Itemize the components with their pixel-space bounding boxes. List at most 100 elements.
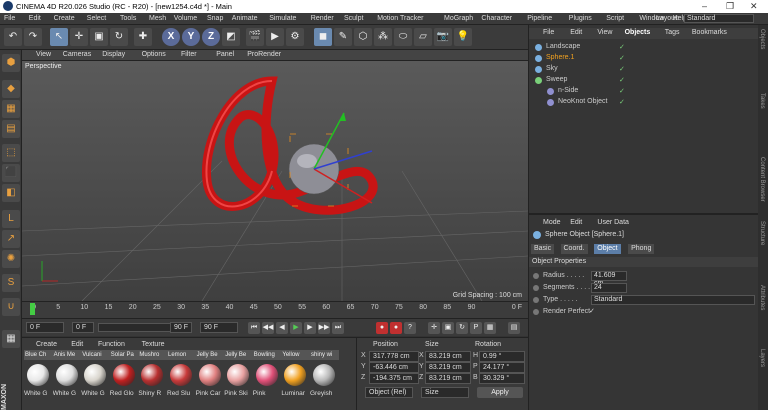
visibility-check-icon[interactable]: ✓ (619, 65, 625, 73)
grid-icon[interactable]: ▦ (2, 330, 20, 348)
rotation-field[interactable]: 24.177 ° (479, 362, 525, 373)
right-tab-attributes[interactable]: Attributes (759, 285, 765, 310)
visibility-check-icon[interactable]: ✓ (619, 87, 625, 95)
render-view-icon[interactable]: 🎬 (246, 28, 264, 46)
menu-animate[interactable]: Animate (232, 15, 258, 22)
position-key-icon[interactable]: ✛ (428, 322, 440, 334)
model-mode-icon[interactable]: ◆ (2, 80, 20, 98)
right-tab-layers[interactable]: Layers (759, 349, 765, 367)
maximize-icon[interactable]: ❐ (726, 1, 734, 12)
cube-primitive-icon[interactable]: ◼ (314, 28, 332, 46)
position-field[interactable]: -63.446 cm (369, 362, 419, 373)
property-field[interactable]: 24 (591, 283, 627, 293)
material-swatch[interactable]: Lemon Red Slu (167, 350, 196, 404)
keyframe-selection-icon[interactable]: ? (404, 322, 416, 334)
attribute-tab-object[interactable]: Object (594, 244, 621, 254)
scale-tool-icon[interactable]: ▣ (90, 28, 108, 46)
menu-select[interactable]: Select (87, 15, 106, 22)
viewport-menu-cameras[interactable]: Cameras (63, 51, 91, 58)
tweak-mode-icon[interactable]: ↗ (2, 230, 20, 248)
menu-create[interactable]: Create (54, 15, 75, 22)
next-frame-icon[interactable]: ▶ (304, 322, 316, 334)
move-tool-icon[interactable]: ↖ (50, 28, 68, 46)
pla-key-icon[interactable]: ▦ (484, 322, 496, 334)
snap-icon[interactable]: ✺ (2, 250, 20, 268)
scale-key-icon[interactable]: ▣ (442, 322, 454, 334)
menu-simulate[interactable]: Simulate (269, 15, 296, 22)
viewport-menu-filter[interactable]: Filter (181, 51, 197, 58)
max-frame-field[interactable]: 90 F (200, 322, 238, 333)
material-swatch[interactable]: Blue Ch White G (24, 350, 53, 404)
menu-snap[interactable]: Snap (207, 15, 223, 22)
material-swatch[interactable]: Yellow Luminar (281, 350, 311, 404)
rotation-field[interactable]: 0.99 ° (479, 351, 525, 362)
menu-volume[interactable]: Volume (174, 15, 197, 22)
size-field[interactable]: 83.219 cm (425, 351, 471, 362)
workplane-icon[interactable]: ▤ (2, 120, 20, 138)
light-icon[interactable]: 💡 (454, 28, 472, 46)
menu-motion-tracker[interactable]: Motion Tracker (377, 15, 423, 22)
size-mode-select[interactable]: Size (421, 387, 469, 398)
material-swatch[interactable]: Jelly Be Pink Car (195, 350, 225, 404)
material-menu-texture[interactable]: Texture (142, 341, 165, 348)
prev-frame-icon[interactable]: ◀ (276, 322, 288, 334)
goto-start-icon[interactable]: ⏮ (248, 322, 260, 334)
material-menu-function[interactable]: Function (98, 341, 125, 348)
play-icon[interactable]: ▶ (290, 322, 302, 334)
object-row[interactable]: Sphere.1 ✓ (529, 53, 759, 64)
texture-mode-icon[interactable]: ▦ (2, 100, 20, 118)
object-tab-view[interactable]: View (597, 29, 612, 36)
points-mode-icon[interactable]: ⬚ (2, 144, 20, 162)
make-editable-icon[interactable]: ⬢ (2, 54, 20, 72)
start-frame-field[interactable]: 0 F (72, 322, 94, 333)
material-swatch[interactable]: Jelly Be Pink Ski (224, 350, 254, 404)
end-frame-field[interactable]: 90 F (170, 322, 192, 333)
menu-render[interactable]: Render (311, 15, 334, 22)
array-icon[interactable]: ⁂ (374, 28, 392, 46)
rotation-key-icon[interactable]: ↻ (456, 322, 468, 334)
visibility-check-icon[interactable]: ✓ (619, 98, 625, 106)
close-icon[interactable]: ✕ (750, 1, 758, 12)
pen-spline-icon[interactable]: ✎ (334, 28, 352, 46)
material-swatch[interactable]: Anis Me White G (52, 350, 82, 404)
timeline-ruler[interactable]: 0510152025303540455055606570758085900 F (22, 301, 528, 318)
polygons-mode-icon[interactable]: ◧ (2, 184, 20, 202)
subdivision-icon[interactable]: ⬡ (354, 28, 372, 46)
minimize-icon[interactable]: – (702, 1, 707, 11)
object-row[interactable]: Sweep ✓ (529, 75, 759, 86)
goto-end-icon[interactable]: ⏭ (332, 322, 344, 334)
material-menu-edit[interactable]: Edit (71, 341, 83, 348)
coordinate-system-icon[interactable]: ◩ (222, 28, 240, 46)
menu-script[interactable]: Script (606, 15, 624, 22)
rotation-field[interactable]: 30.329 ° (479, 373, 525, 384)
axis-mode-icon[interactable]: L (2, 210, 20, 228)
move-axis-icon[interactable]: ✛ (70, 28, 88, 46)
timeline-playhead[interactable] (30, 303, 35, 315)
prev-key-icon[interactable]: ◀◀ (262, 322, 274, 334)
menu-character[interactable]: Character (481, 15, 512, 22)
attribute-menu-mode[interactable]: Mode (543, 219, 561, 226)
y-axis-lock-icon[interactable]: Y (182, 28, 200, 46)
object-tab-objects[interactable]: Objects (625, 29, 651, 36)
viewport-menu-prorender[interactable]: ProRender (247, 51, 281, 58)
material-swatch[interactable]: Bowling Pink (252, 350, 282, 404)
material-swatch[interactable]: Solar Pa Red Glo (109, 350, 139, 404)
object-row[interactable]: NeoKnot Object ✓ (529, 97, 759, 108)
rotate-tool-icon[interactable]: ↻ (110, 28, 128, 46)
viewport-menu-panel[interactable]: Panel (216, 51, 234, 58)
layout-select[interactable]: Standard (684, 14, 754, 23)
right-tab-content-browser[interactable]: Content Browser (759, 157, 765, 202)
timeline-settings-icon[interactable]: ▤ (508, 322, 520, 334)
property-field[interactable]: 41.609 cm (591, 271, 627, 287)
undo-icon[interactable]: ↶ (4, 28, 22, 46)
visibility-check-icon[interactable]: ✓ (619, 76, 625, 84)
menu-sculpt[interactable]: Sculpt (344, 15, 363, 22)
attribute-menu-user-data[interactable]: User Data (597, 219, 629, 226)
object-row[interactable]: Landscape ✓ (529, 42, 759, 53)
menu-file[interactable]: File (4, 15, 15, 22)
menu-tools[interactable]: Tools (120, 15, 136, 22)
coord-mode-select[interactable]: Object (Rel) (365, 387, 413, 398)
viewport-menu-display[interactable]: Display (102, 51, 125, 58)
right-tab-structure[interactable]: Structure (759, 221, 765, 245)
x-axis-lock-icon[interactable]: X (162, 28, 180, 46)
